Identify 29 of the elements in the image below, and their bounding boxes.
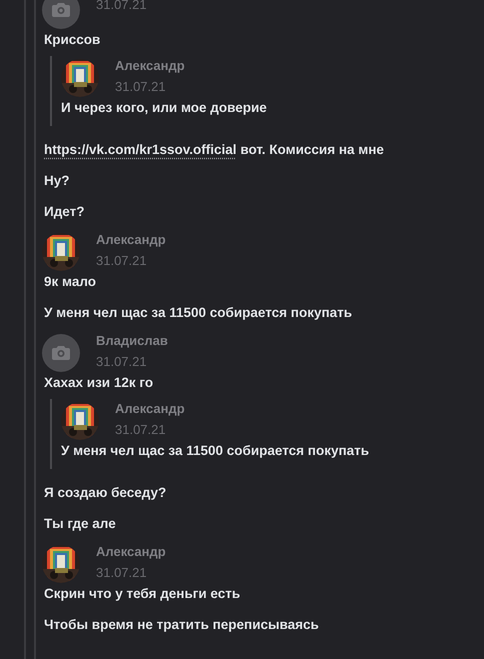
- sender-name[interactable]: Владислав: [96, 334, 168, 348]
- camera-icon: [52, 3, 70, 17]
- link[interactable]: https://vk.com/kr1ssov.official: [44, 142, 237, 157]
- message-text: Я создаю беседу?: [44, 484, 168, 502]
- message-text: Хахах изи 12к го: [44, 374, 154, 392]
- message-text: У меня чел щас за 11500 собирается покупать: [61, 442, 370, 460]
- message-text: У меня чел щас за 11500 собирается покупать: [44, 304, 354, 322]
- message-text: Криссов: [44, 31, 102, 49]
- sender-name[interactable]: Александр: [115, 402, 185, 416]
- avatar[interactable]: [42, 334, 80, 372]
- message-date: 31.07.21: [96, 355, 148, 369]
- message-date: 31.07.21: [96, 254, 148, 268]
- sender-name[interactable]: Александр: [115, 59, 185, 73]
- message-text: Идет?: [44, 203, 86, 221]
- message-date: 31.07.21: [115, 423, 167, 437]
- message-text: Чтобы время не тратить переписываясь: [44, 616, 320, 634]
- message-date: 31.07.21: [96, 0, 147, 12]
- message-date: 31.07.21: [115, 80, 167, 94]
- camera-icon: [52, 346, 70, 360]
- message-text: https://vk.com/kr1ssov.official вот. Комиссия на мне: [44, 141, 385, 159]
- avatar[interactable]: [42, 0, 80, 29]
- message-text: Ты где але: [44, 515, 117, 533]
- message-text: Скрин что у тебя деньги есть: [44, 585, 242, 603]
- sender-name[interactable]: Александр: [96, 233, 166, 247]
- message-date: 31.07.21: [96, 566, 148, 580]
- message-text: И через кого, или мое доверие: [61, 99, 268, 117]
- sender-name[interactable]: Александр: [96, 545, 166, 559]
- message-text: 9к мало: [44, 273, 97, 291]
- message-text: Ну?: [44, 172, 71, 190]
